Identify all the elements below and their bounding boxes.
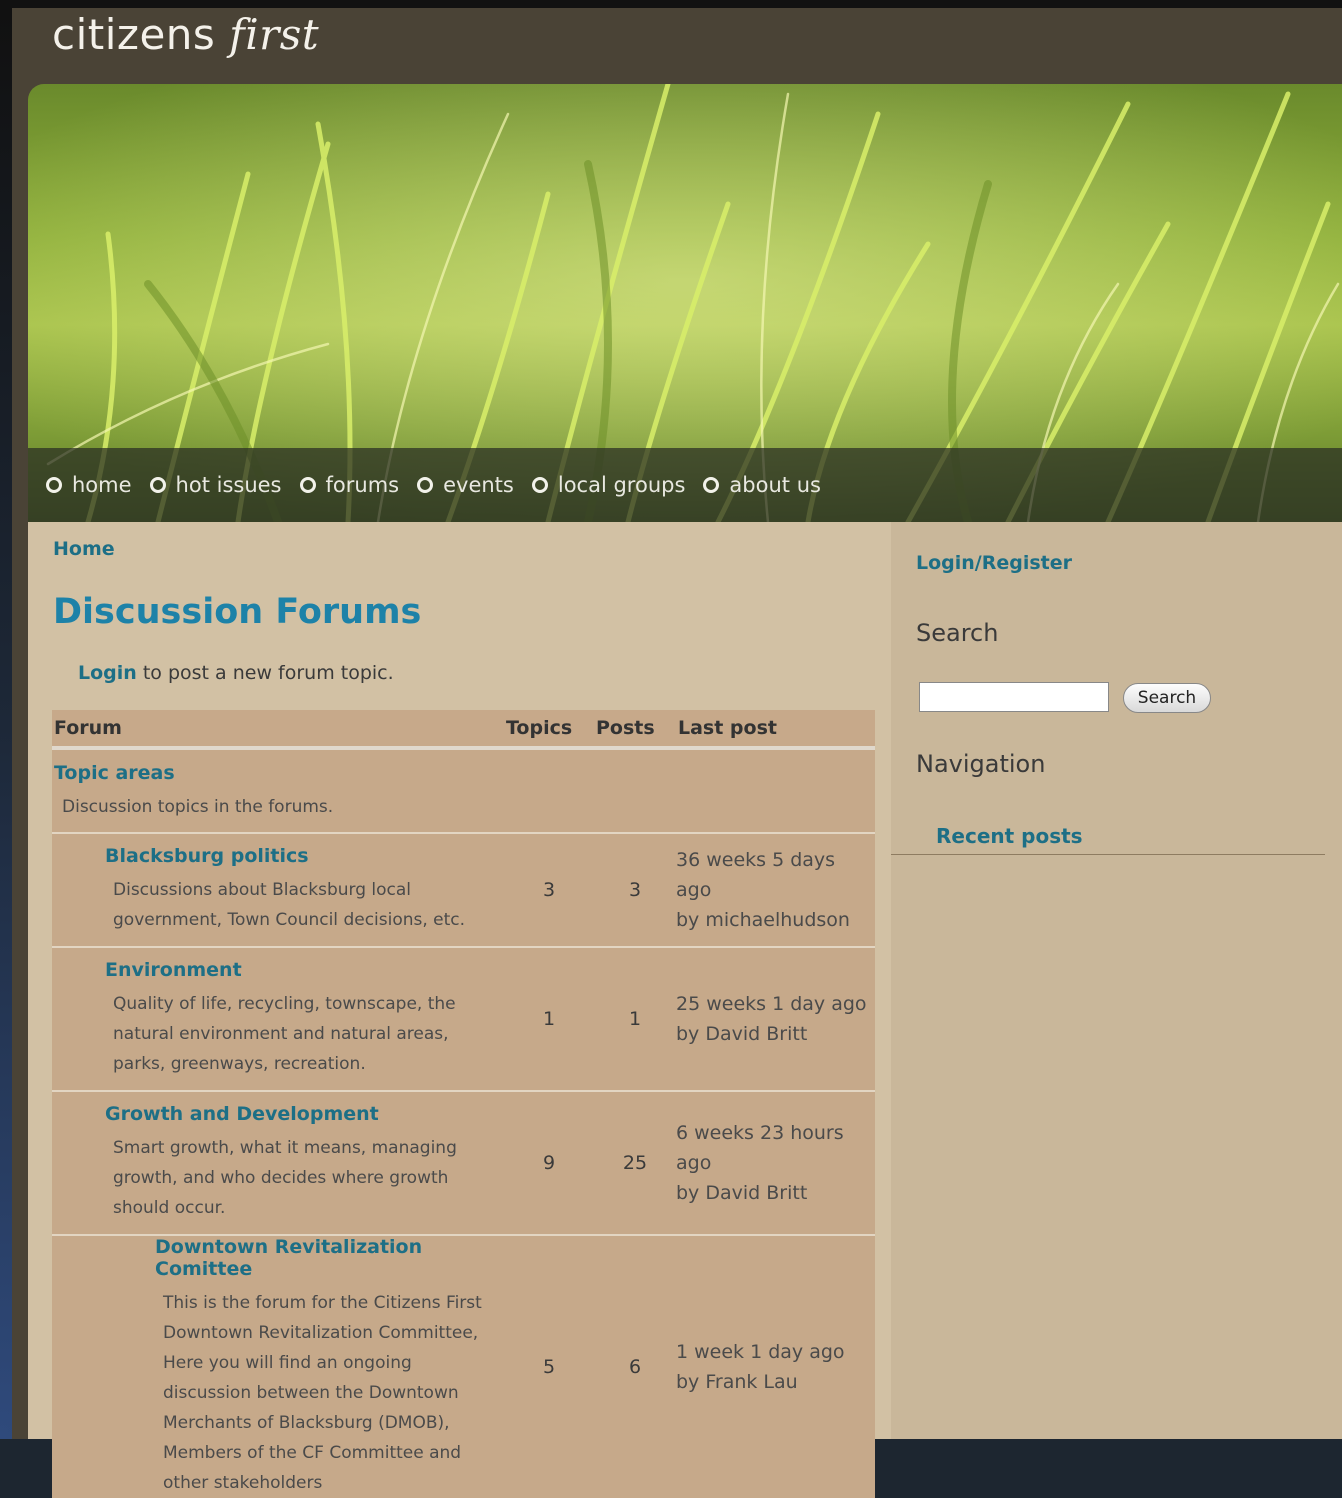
breadcrumb-home[interactable]: Home	[53, 538, 115, 560]
nav-item-events[interactable]: events	[417, 473, 514, 497]
table-header: Forum Topics Posts Last post	[52, 710, 875, 750]
bullet-icon	[417, 477, 434, 493]
page-title: Discussion Forums	[53, 592, 422, 632]
header-banner: home hot issues forums events local grou…	[28, 84, 1342, 522]
table-row: Growth and Development Smart growth, wha…	[52, 1091, 875, 1236]
header-forum: Forum	[52, 710, 504, 750]
header-posts: Posts	[594, 710, 676, 750]
category-desc: Discussion topics in the forums.	[62, 797, 334, 817]
topics-count: 9	[504, 1091, 594, 1236]
bullet-icon	[149, 477, 166, 493]
login-link[interactable]: Login	[78, 662, 137, 684]
forum-link[interactable]: Growth and Development	[105, 1103, 484, 1125]
last-post: 6 weeks 23 hours ago by David Britt	[676, 1091, 875, 1236]
forum-desc: Discussions about Blacksburg local gover…	[113, 880, 466, 930]
nav-item-home[interactable]: home	[46, 473, 132, 497]
table-row: Blacksburg politics Discussions about Bl…	[52, 833, 875, 948]
last-post: 36 weeks 5 days ago by michaelhudson	[676, 833, 875, 948]
category-row: Topic areas Discussion topics in the for…	[52, 748, 875, 834]
posts-count: 3	[594, 833, 676, 948]
nav-item-about-us[interactable]: about us	[703, 473, 821, 497]
browser-page: citizens first home hot issues forums ev…	[12, 8, 1342, 1498]
forum-desc: This is the forum for the Citizens First…	[163, 1293, 482, 1493]
last-post: 25 weeks 1 day ago by David Britt	[676, 947, 875, 1092]
forum-link[interactable]: Downtown Revitalization Comittee	[155, 1236, 494, 1280]
login-register-link[interactable]: Login/Register	[916, 552, 1072, 574]
nav-item-local-groups[interactable]: local groups	[531, 473, 685, 497]
header-topics: Topics	[504, 710, 594, 750]
main-column: Home Discussion Forums Login to post a n…	[28, 522, 891, 1498]
bullet-icon	[299, 477, 316, 493]
main-nav: home hot issues forums events local grou…	[28, 448, 1342, 522]
sidebar-divider	[891, 854, 1325, 855]
login-note: Login to post a new forum topic.	[78, 662, 394, 684]
bullet-icon	[531, 477, 548, 493]
table-row: Downtown Revitalization Comittee This is…	[52, 1235, 875, 1498]
recent-posts-link[interactable]: Recent posts	[936, 824, 1083, 848]
category-link[interactable]: Topic areas	[52, 762, 875, 784]
nav-item-forums[interactable]: forums	[299, 473, 399, 497]
topics-count: 1	[504, 947, 594, 1092]
sidebar: Login/Register Search Search Navigation …	[891, 522, 1342, 1439]
topics-count: 3	[504, 833, 594, 948]
forum-desc: Quality of life, recycling, townscape, t…	[113, 994, 456, 1074]
search-heading: Search	[916, 619, 999, 647]
content-area: Home Discussion Forums Login to post a n…	[28, 522, 1342, 1498]
forum-table: Forum Topics Posts Last post Topic areas…	[52, 710, 875, 1498]
posts-count: 25	[594, 1091, 676, 1236]
topics-count: 5	[504, 1235, 594, 1498]
bullet-icon	[703, 477, 720, 493]
site-title[interactable]: citizens first	[52, 10, 319, 59]
bullet-icon	[46, 477, 62, 493]
posts-count: 1	[594, 947, 676, 1092]
table-row: Environment Quality of life, recycling, …	[52, 947, 875, 1092]
last-post: 1 week 1 day ago by Frank Lau	[676, 1235, 875, 1498]
posts-count: 6	[594, 1235, 676, 1498]
navigation-heading: Navigation	[916, 750, 1046, 778]
search-input[interactable]	[919, 682, 1109, 712]
forum-link[interactable]: Blacksburg politics	[105, 845, 484, 867]
forum-desc: Smart growth, what it means, managing gr…	[113, 1138, 457, 1218]
forum-link[interactable]: Environment	[105, 959, 484, 981]
search-button[interactable]: Search	[1123, 683, 1211, 713]
site-title-italic: first	[229, 10, 320, 59]
header-last-post: Last post	[676, 710, 875, 750]
nav-item-hot-issues[interactable]: hot issues	[149, 473, 282, 497]
